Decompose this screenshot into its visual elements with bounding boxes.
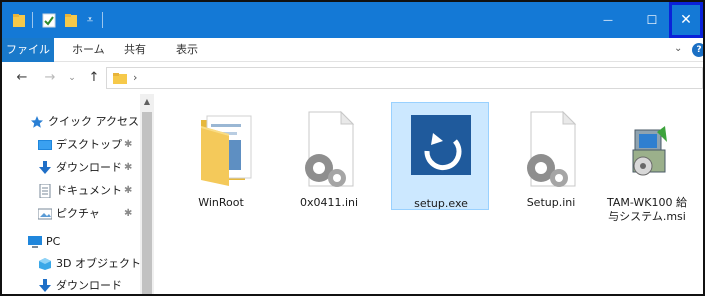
download-icon <box>39 161 51 174</box>
nav-item-3d-objects[interactable]: 3D オブジェクト <box>2 254 141 274</box>
file-name-line: 与システム.msi <box>608 210 686 223</box>
properties-check-icon[interactable] <box>42 12 56 28</box>
file-item-0x0411-ini[interactable]: 0x0411.ini <box>280 102 378 210</box>
file-name: 0x0411.ini <box>299 196 359 209</box>
nav-item-label: ダウンロード <box>56 161 122 174</box>
title-bar: ⩡ — ☐ ✕ <box>2 2 703 38</box>
ribbon-tabs: ファイル ホーム 共有 表示 ⌄ ? <box>2 38 703 62</box>
folder-icon <box>201 115 252 186</box>
help-icon[interactable]: ? <box>692 43 703 57</box>
pictures-icon <box>38 208 52 220</box>
explorer-window: ⩡ — ☐ ✕ ファイル ホーム 共有 表示 ⌄ ? ← → ⌄ ↑ › クイッ… <box>0 0 705 296</box>
nav-item-label: PC <box>46 235 61 248</box>
settings-file-icon <box>305 110 355 187</box>
scroll-up-icon[interactable]: ▲ <box>140 96 154 108</box>
file-name-line: TAM-WK100 給 <box>607 196 687 209</box>
documents-icon <box>39 184 51 198</box>
minimize-icon: — <box>603 14 613 26</box>
nav-item-pictures[interactable]: ピクチャ ✱ <box>2 204 140 224</box>
file-name: WinRoot <box>198 196 244 209</box>
pin-icon[interactable]: ✱ <box>124 138 134 152</box>
tab-home[interactable]: ホーム <box>72 38 105 62</box>
scroll-thumb[interactable] <box>142 112 152 294</box>
nav-scrollbar[interactable]: ▲ <box>140 94 154 294</box>
nav-item-label: デスクトップ <box>56 138 122 151</box>
breadcrumb-chevron-icon[interactable]: › <box>133 70 137 86</box>
settings-file-icon <box>527 110 577 187</box>
forward-button[interactable]: → <box>42 69 58 87</box>
file-name: setup.exe <box>414 197 468 210</box>
nav-item-label: ピクチャ <box>56 207 100 220</box>
expand-ribbon-icon[interactable]: ⌄ <box>674 42 686 56</box>
recent-locations-button[interactable]: ⌄ <box>64 69 80 87</box>
pin-icon[interactable]: ✱ <box>124 161 134 175</box>
nav-item-documents[interactable]: ドキュメント ✱ <box>2 181 140 201</box>
folder-icon <box>113 73 127 84</box>
nav-item-label: 3D オブジェクト <box>56 257 141 270</box>
quick-access-separator <box>102 12 103 28</box>
customize-dropdown-icon[interactable]: ⩡ <box>84 12 96 28</box>
desktop-icon <box>38 140 52 150</box>
file-item-setup-exe[interactable]: setup.exe <box>391 102 489 210</box>
file-item-setup-ini[interactable]: Setup.ini <box>502 102 600 210</box>
setup-exe-icon <box>411 115 471 175</box>
nav-item-pc-downloads[interactable]: ダウンロード <box>2 276 140 294</box>
file-name: TAM-WK100 給 与システム.msi <box>598 196 696 224</box>
nav-item-label: クイック アクセス <box>48 115 139 128</box>
nav-quick-access[interactable]: クイック アクセス <box>2 112 140 132</box>
file-list: WinRoot 0x0411.ini setup.exe Setup.ini T… <box>154 94 703 294</box>
pc-icon <box>28 236 42 248</box>
3d-objects-icon <box>39 258 51 270</box>
file-item-tam-wk100-msi[interactable]: TAM-WK100 給 与システム.msi <box>598 102 696 223</box>
nav-item-label: ダウンロード <box>56 279 122 292</box>
star-icon <box>31 116 43 128</box>
navigation-pane: クイック アクセス デスクトップ ✱ ダウンロード ✱ ドキュメント ✱ ピクチ… <box>2 94 154 294</box>
tab-view[interactable]: 表示 <box>176 38 198 62</box>
tab-share[interactable]: 共有 <box>124 38 146 62</box>
nav-item-pc[interactable]: PC <box>2 232 140 252</box>
file-item-winroot[interactable]: WinRoot <box>172 102 270 210</box>
nav-item-label: ドキュメント <box>56 184 122 197</box>
download-icon <box>39 279 51 292</box>
address-input[interactable]: › <box>106 67 703 89</box>
quick-access-separator <box>32 12 33 28</box>
close-button[interactable]: ✕ <box>669 2 703 38</box>
pin-icon[interactable]: ✱ <box>124 184 134 198</box>
minimize-button[interactable]: — <box>585 2 631 38</box>
new-folder-icon[interactable] <box>64 12 78 28</box>
maximize-icon: ☐ <box>646 13 658 27</box>
close-icon: ✕ <box>680 12 692 28</box>
back-button[interactable]: ← <box>14 69 30 87</box>
nav-item-downloads[interactable]: ダウンロード ✱ <box>2 158 140 178</box>
address-bar-row: ← → ⌄ ↑ › <box>2 63 703 93</box>
pin-icon[interactable]: ✱ <box>124 207 134 221</box>
file-name: Setup.ini <box>526 196 576 209</box>
up-button[interactable]: ↑ <box>86 69 102 87</box>
tab-file[interactable]: ファイル <box>2 38 54 62</box>
folder-icon[interactable] <box>12 12 26 28</box>
installer-package-icon <box>632 126 667 176</box>
nav-item-desktop[interactable]: デスクトップ ✱ <box>2 135 140 155</box>
